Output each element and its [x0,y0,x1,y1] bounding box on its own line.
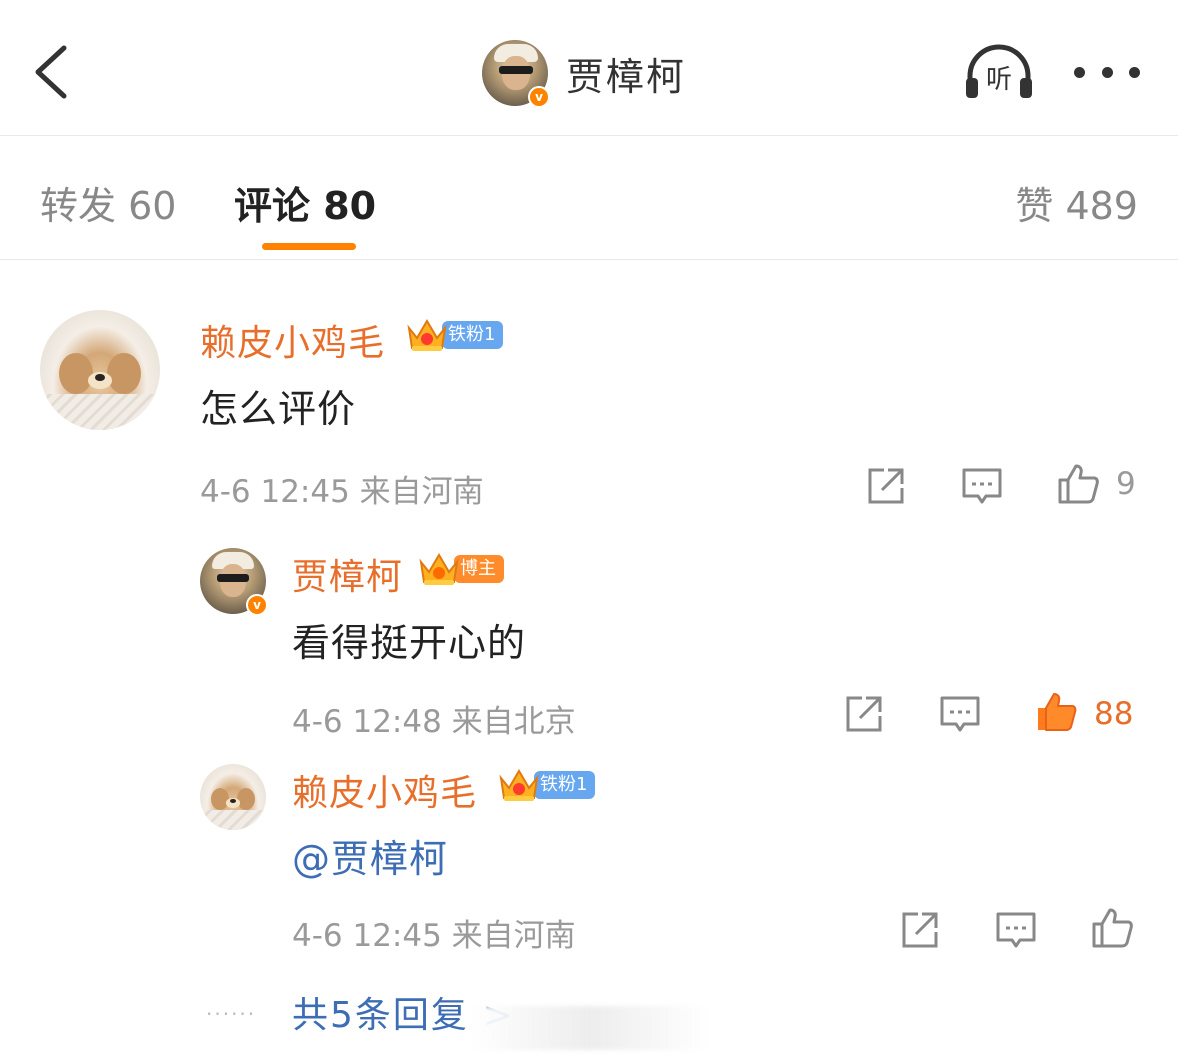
avatar[interactable] [200,764,266,830]
like-thumb-icon[interactable] [1090,906,1134,950]
comment-username[interactable]: 赖皮小鸡毛 [292,764,477,816]
tab-like[interactable]: 赞 489 [1015,175,1138,230]
like-count: 88 [1094,696,1134,732]
more-options-icon[interactable] [1074,62,1140,82]
comment-meta: 4-6 12:45 来自河南 [200,474,484,510]
fan-badge: 铁粉1 [406,316,504,354]
tab-comment[interactable]: 评论 80 [234,175,376,230]
tab-bar: 转发 60 评论 80 赞 489 [0,137,1178,260]
crown-icon [418,550,460,588]
author-label: 博主 [454,555,504,583]
mention-link[interactable]: @贾樟柯 [292,828,448,883]
share-icon[interactable] [898,908,942,952]
verified-icon: v [528,86,550,108]
reply-comment-icon[interactable] [938,692,982,736]
comment-username[interactable]: 赖皮小鸡毛 [200,314,385,366]
comment-text: 看得挺开心的 [292,621,527,665]
avatar[interactable] [40,310,160,430]
share-icon[interactable] [864,464,908,508]
active-tab-indicator [262,243,356,250]
fan-badge: 铁粉1 [498,766,596,804]
top-bar: v 贾樟柯 听 [0,0,1178,136]
thread-dots: ...... [206,996,257,1020]
verified-icon: v [246,594,268,616]
fan-level-label: 铁粉1 [442,321,504,349]
comment-meta: 4-6 12:48 来自北京 [292,704,576,740]
reply-comment-icon[interactable] [994,908,1038,952]
avatar[interactable]: v [200,548,268,616]
page-title: 贾樟柯 [566,54,687,99]
comment-username[interactable]: 贾樟柯 [292,548,403,600]
header-avatar[interactable]: v [482,40,550,108]
tab-repost[interactable]: 转发 60 [40,175,176,230]
comment-text: 怎么评价 [200,387,357,431]
like-count: 9 [1116,466,1136,502]
crown-icon [406,316,448,354]
crown-icon [498,766,540,804]
share-icon[interactable] [842,692,886,736]
fan-level-label: 铁粉1 [534,771,596,799]
reply-comment-icon[interactable] [960,464,1004,508]
listen-label: 听 [986,65,1012,95]
like-thumb-icon[interactable] [1056,462,1100,506]
back-arrow-icon[interactable] [30,40,74,104]
headphone-listen-icon[interactable]: 听 [962,42,1036,102]
author-badge: 博主 [418,552,504,586]
liked-thumb-icon[interactable] [1034,690,1078,734]
watermark-blur [470,1006,710,1050]
comment-meta: 4-6 12:45 来自河南 [292,918,576,954]
header-user[interactable]: v 贾樟柯 [482,38,686,108]
